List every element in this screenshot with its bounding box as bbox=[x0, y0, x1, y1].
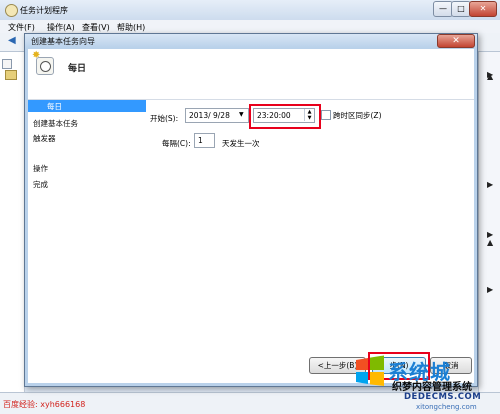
recur-days-suffix: 天发生一次 bbox=[222, 139, 260, 148]
start-date-picker[interactable]: 2013/ 9/28 ▼ bbox=[185, 108, 249, 123]
navigation-tree bbox=[0, 52, 25, 392]
actions-pane: ▶ ▶ ▶ ▶ bbox=[478, 52, 500, 392]
wizard-header: ✸ 每日 bbox=[28, 49, 474, 100]
collapse-chevron-icon[interactable]: ▲ bbox=[487, 72, 493, 81]
spin-down-icon[interactable]: ▼ bbox=[304, 115, 314, 121]
nav-item-trigger[interactable]: 触发器 bbox=[33, 133, 56, 144]
site-logo-watermark: 系统城 织梦内容管理系统 DEDECMS.COM xitongcheng.com bbox=[352, 352, 500, 413]
expand-arrow-icon[interactable]: ▶ bbox=[487, 285, 493, 294]
logo-title-text: 织梦内容管理系统 bbox=[392, 382, 472, 393]
start-date-value: 2013/ 9/28 bbox=[189, 111, 230, 120]
create-basic-task-wizard: 创建基本任务向导 ✕ ✸ 每日 创建基本任务 触发器 每日 操作 完成 开始(S… bbox=[24, 33, 478, 387]
dropdown-arrow-icon[interactable]: ▼ bbox=[239, 111, 244, 118]
folder-icon[interactable] bbox=[5, 70, 17, 80]
windows-logo-icon bbox=[356, 355, 384, 386]
wizard-body: ✸ 每日 创建基本任务 触发器 每日 操作 完成 开始(S): 2013/ 9/… bbox=[28, 49, 474, 383]
back-arrow-icon[interactable]: ◀ bbox=[8, 36, 18, 46]
menu-bar: 文件(F) 操作(A) 查看(V) 帮助(H) bbox=[0, 20, 500, 33]
recur-days-input[interactable]: 1 bbox=[194, 133, 215, 148]
sync-timezones-label[interactable]: 跨时区同步(Z) bbox=[333, 110, 382, 121]
menu-file[interactable]: 文件(F) bbox=[8, 22, 35, 33]
logo-url-secondary-text: xitongcheng.com bbox=[416, 403, 477, 411]
menu-view[interactable]: 查看(V) bbox=[82, 22, 110, 33]
clock-face-icon bbox=[40, 61, 51, 72]
recur-days-value: 1 bbox=[198, 136, 203, 145]
close-button[interactable]: ✕ bbox=[469, 1, 497, 17]
minimize-button[interactable]: — bbox=[433, 1, 453, 17]
expand-arrow-icon[interactable]: ▶ bbox=[487, 180, 493, 189]
sync-timezones-checkbox[interactable] bbox=[321, 110, 331, 120]
nav-item-create-basic-task[interactable]: 创建基本任务 bbox=[33, 118, 78, 129]
nav-item-finish[interactable]: 完成 bbox=[33, 179, 48, 190]
main-title-bar[interactable]: 任务计划程序 — □ ✕ bbox=[0, 0, 500, 20]
baidu-watermark: 百度经验: xyh666168 bbox=[3, 400, 86, 409]
page-title: 每日 bbox=[68, 64, 87, 74]
start-time-value: 23:20:00 bbox=[257, 111, 291, 120]
main-window-title: 任务计划程序 bbox=[20, 6, 68, 15]
collapse-chevron-icon[interactable]: ▲ bbox=[487, 238, 493, 247]
wizard-steps-nav: 创建基本任务 触发器 每日 操作 完成 bbox=[28, 100, 146, 383]
logo-url-text: DEDECMS.COM bbox=[404, 392, 482, 402]
wizard-title-bar[interactable]: 创建基本任务向导 ✕ bbox=[25, 34, 477, 48]
nav-item-daily-label: 每日 bbox=[47, 102, 62, 111]
wizard-close-button[interactable]: ✕ bbox=[437, 34, 475, 48]
tree-expander-icon[interactable] bbox=[2, 59, 12, 69]
daily-settings-panel: 开始(S): 2013/ 9/28 ▼ 23:20:00 ▲ ▼ 跨时区同步(Z… bbox=[146, 100, 474, 383]
recur-every-label: 每隔(C): bbox=[162, 139, 191, 148]
nav-item-daily-selected[interactable]: 每日 bbox=[28, 100, 146, 112]
maximize-button[interactable]: □ bbox=[451, 1, 471, 17]
wizard-title: 创建基本任务向导 bbox=[31, 37, 95, 46]
nav-item-action[interactable]: 操作 bbox=[33, 163, 48, 174]
menu-action[interactable]: 操作(A) bbox=[47, 22, 75, 33]
start-label: 开始(S): bbox=[150, 114, 179, 123]
task-scheduler-app-icon bbox=[5, 4, 18, 17]
menu-help[interactable]: 帮助(H) bbox=[117, 22, 145, 33]
sparkle-icon: ✸ bbox=[32, 50, 41, 61]
start-time-input[interactable]: 23:20:00 ▲ ▼ bbox=[253, 108, 315, 123]
